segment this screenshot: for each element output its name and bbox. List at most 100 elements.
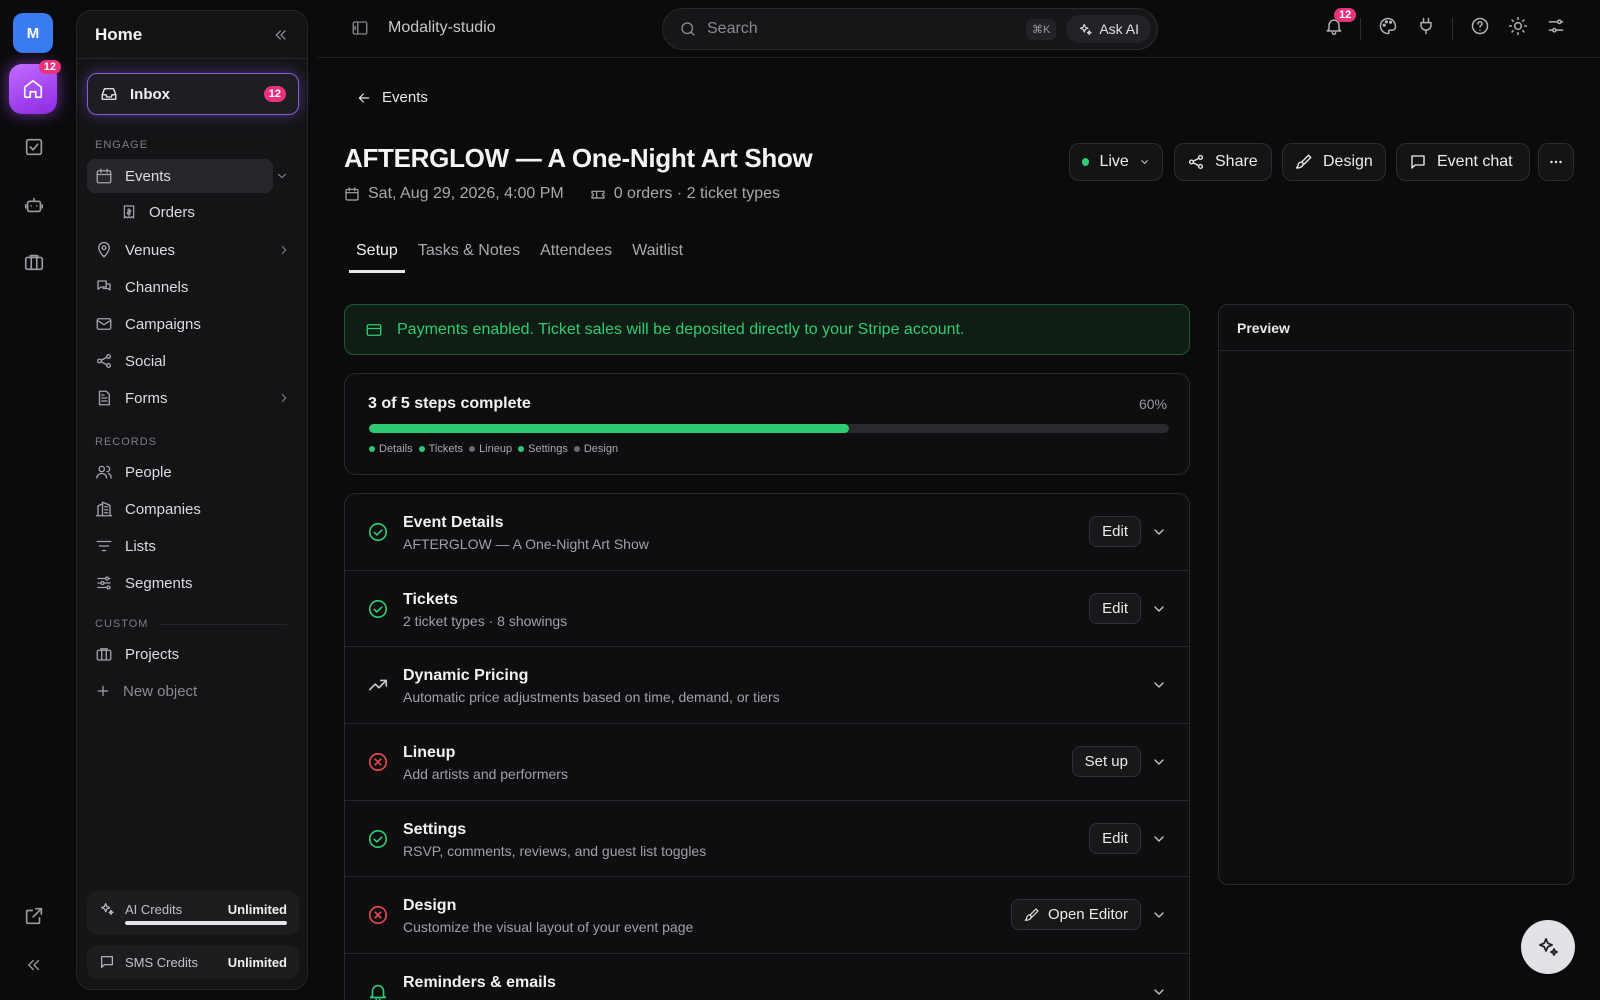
ai-credits-card[interactable]: AI Credits Unlimited <box>87 891 299 935</box>
sidebar-item-new-object[interactable]: New object <box>87 674 299 708</box>
sidebar-item-lists[interactable]: Lists <box>87 529 299 563</box>
page-title: AFTERGLOW — A One-Night Art Show <box>344 143 813 173</box>
x-circle-icon <box>367 751 389 773</box>
progress-step: Design <box>573 443 619 455</box>
sidebar-item-projects[interactable]: Projects <box>87 637 299 671</box>
rail-collapse-button[interactable] <box>19 950 49 980</box>
event-chat-button[interactable]: Event chat <box>1396 143 1530 181</box>
sidebar-item-label: Projects <box>125 645 180 663</box>
back-to-events-link[interactable]: Events <box>356 89 428 106</box>
step-status-dot <box>369 446 375 452</box>
share-label: Share <box>1215 153 1258 170</box>
home-badge: 12 <box>38 60 61 74</box>
search-bar[interactable]: Search ⌘K Ask AI <box>662 8 1158 50</box>
section-action-button[interactable]: Edit <box>1089 516 1141 547</box>
section-row[interactable]: Event Details AFTERGLOW — A One-Night Art… <box>345 494 1189 571</box>
section-action-button[interactable]: Edit <box>1089 592 1141 624</box>
tab-setup[interactable]: Setup <box>349 240 405 273</box>
integrations-button[interactable] <box>1416 16 1436 36</box>
theme-palette-button[interactable] <box>1378 16 1398 36</box>
collapse-sidebar-button[interactable] <box>273 27 289 43</box>
event-chat-label: Event chat <box>1437 153 1513 170</box>
section-title: Tickets <box>403 590 458 608</box>
status-label: Live <box>1099 153 1129 170</box>
sidebar-item-companies[interactable]: Companies <box>87 492 299 526</box>
sidebar-item-orders[interactable]: Orders <box>113 195 299 229</box>
rail-bot-button[interactable] <box>19 190 49 220</box>
rail-projects-button[interactable] <box>19 247 49 277</box>
toggle-sidebar-button[interactable] <box>351 19 369 37</box>
sidebar-item-channels[interactable]: Channels <box>87 270 299 304</box>
section-row[interactable]: Design Customize the visual layout of you… <box>345 877 1189 955</box>
section-action-label: Edit <box>1102 523 1128 540</box>
chevron-down-icon <box>1141 160 1148 164</box>
section-expand-button[interactable] <box>1151 831 1167 847</box>
briefcase-icon <box>96 648 112 661</box>
tab-waitlist[interactable]: Waitlist <box>625 240 690 273</box>
settings-button[interactable] <box>1546 16 1566 36</box>
help-button[interactable] <box>1470 16 1490 36</box>
chevron-right-icon <box>281 393 287 403</box>
sidebar-item-people[interactable]: People <box>87 455 299 489</box>
events-expand-chevron[interactable] <box>275 169 289 183</box>
section-expand-button[interactable] <box>1151 907 1167 923</box>
sms-credits-value: Unlimited <box>227 954 287 970</box>
receipt-icon <box>123 205 135 219</box>
section-row[interactable]: Tickets 2 ticket types · 8 showings Edit <box>345 571 1189 648</box>
ask-ai-label: Ask AI <box>1099 21 1139 37</box>
step-label: Design <box>583 443 619 455</box>
sidebar-item-campaigns[interactable]: Campaigns <box>87 307 299 341</box>
rail-external-button[interactable] <box>19 901 49 931</box>
section-action-button[interactable]: Open Editor <box>1010 899 1141 931</box>
workspace-avatar[interactable]: M <box>13 13 53 53</box>
status-dropdown[interactable]: Live <box>1069 143 1163 181</box>
tab-attendees[interactable]: Attendees <box>533 240 619 273</box>
rail-home-button[interactable]: 12 <box>9 60 61 114</box>
design-button[interactable]: Design <box>1282 143 1386 181</box>
check-circle-icon <box>367 598 389 620</box>
workspace-breadcrumb[interactable]: Modality-studio <box>388 19 496 37</box>
section-expand-button[interactable] <box>1151 601 1167 617</box>
section-label-engage: ENGAGE <box>95 139 149 151</box>
live-status-dot <box>1082 158 1090 166</box>
notifications-button[interactable]: 12 <box>1324 8 1357 36</box>
share-button[interactable]: Share <box>1174 143 1272 181</box>
section-expand-button[interactable] <box>1151 524 1167 540</box>
step-status-dot <box>418 446 425 452</box>
tab-tasks-notes[interactable]: Tasks & Notes <box>411 240 527 273</box>
sidebar-item-segments[interactable]: Segments <box>87 566 299 600</box>
ask-ai-button[interactable]: Ask AI <box>1066 15 1151 43</box>
sidebar-item-social[interactable]: Social <box>87 344 299 378</box>
setup-progress-card: 3 of 5 steps complete 60% Details Tickets… <box>344 373 1190 475</box>
section-expand-button[interactable] <box>1151 677 1167 693</box>
inbox-item[interactable]: Inbox 12 <box>87 73 299 115</box>
section-action-button[interactable]: Edit <box>1089 822 1141 854</box>
chevron-down-icon <box>1154 759 1164 765</box>
section-row[interactable]: Dynamic Pricing Automatic price adjustmen… <box>345 647 1189 725</box>
plug-icon <box>1420 17 1432 35</box>
sidebar-item-label: Lists <box>125 537 156 555</box>
sidebar-header: Home <box>77 11 307 59</box>
sidebar-item-forms[interactable]: Forms <box>87 381 299 415</box>
section-expand-button[interactable] <box>1151 984 1167 1000</box>
settings-sliders-icon <box>1548 19 1564 33</box>
section-row[interactable]: Lineup Add artists and performers Set up <box>345 724 1189 801</box>
section-subtitle: Add artists and performers <box>403 766 568 783</box>
sidebar-item-venues[interactable]: Venues <box>87 233 299 267</box>
section-title: Event Details <box>403 514 504 531</box>
section-expand-button[interactable] <box>1151 754 1167 770</box>
event-meta: Sat, Aug 29, 2026, 4:00 PM 0 orders · 2 … <box>344 185 780 203</box>
section-action-button[interactable]: Set up <box>1071 746 1141 778</box>
theme-toggle-button[interactable] <box>1508 16 1528 36</box>
section-row[interactable]: Reminders & emails <box>345 954 1189 1000</box>
more-actions-button[interactable] <box>1538 143 1574 181</box>
rail-tasks-button[interactable] <box>19 132 49 162</box>
topbar-divider <box>1360 18 1361 40</box>
ai-assistant-fab[interactable] <box>1521 920 1575 974</box>
progress-title: 3 of 5 steps complete <box>368 395 531 412</box>
sms-credits-card[interactable]: SMS Credits Unlimited <box>87 945 299 979</box>
inbox-badge: 12 <box>263 86 286 102</box>
section-row[interactable]: Settings RSVP, comments, reviews, and gue… <box>345 801 1189 878</box>
ticket-icon <box>591 190 605 199</box>
sidebar-item-events[interactable]: Events <box>87 159 273 193</box>
